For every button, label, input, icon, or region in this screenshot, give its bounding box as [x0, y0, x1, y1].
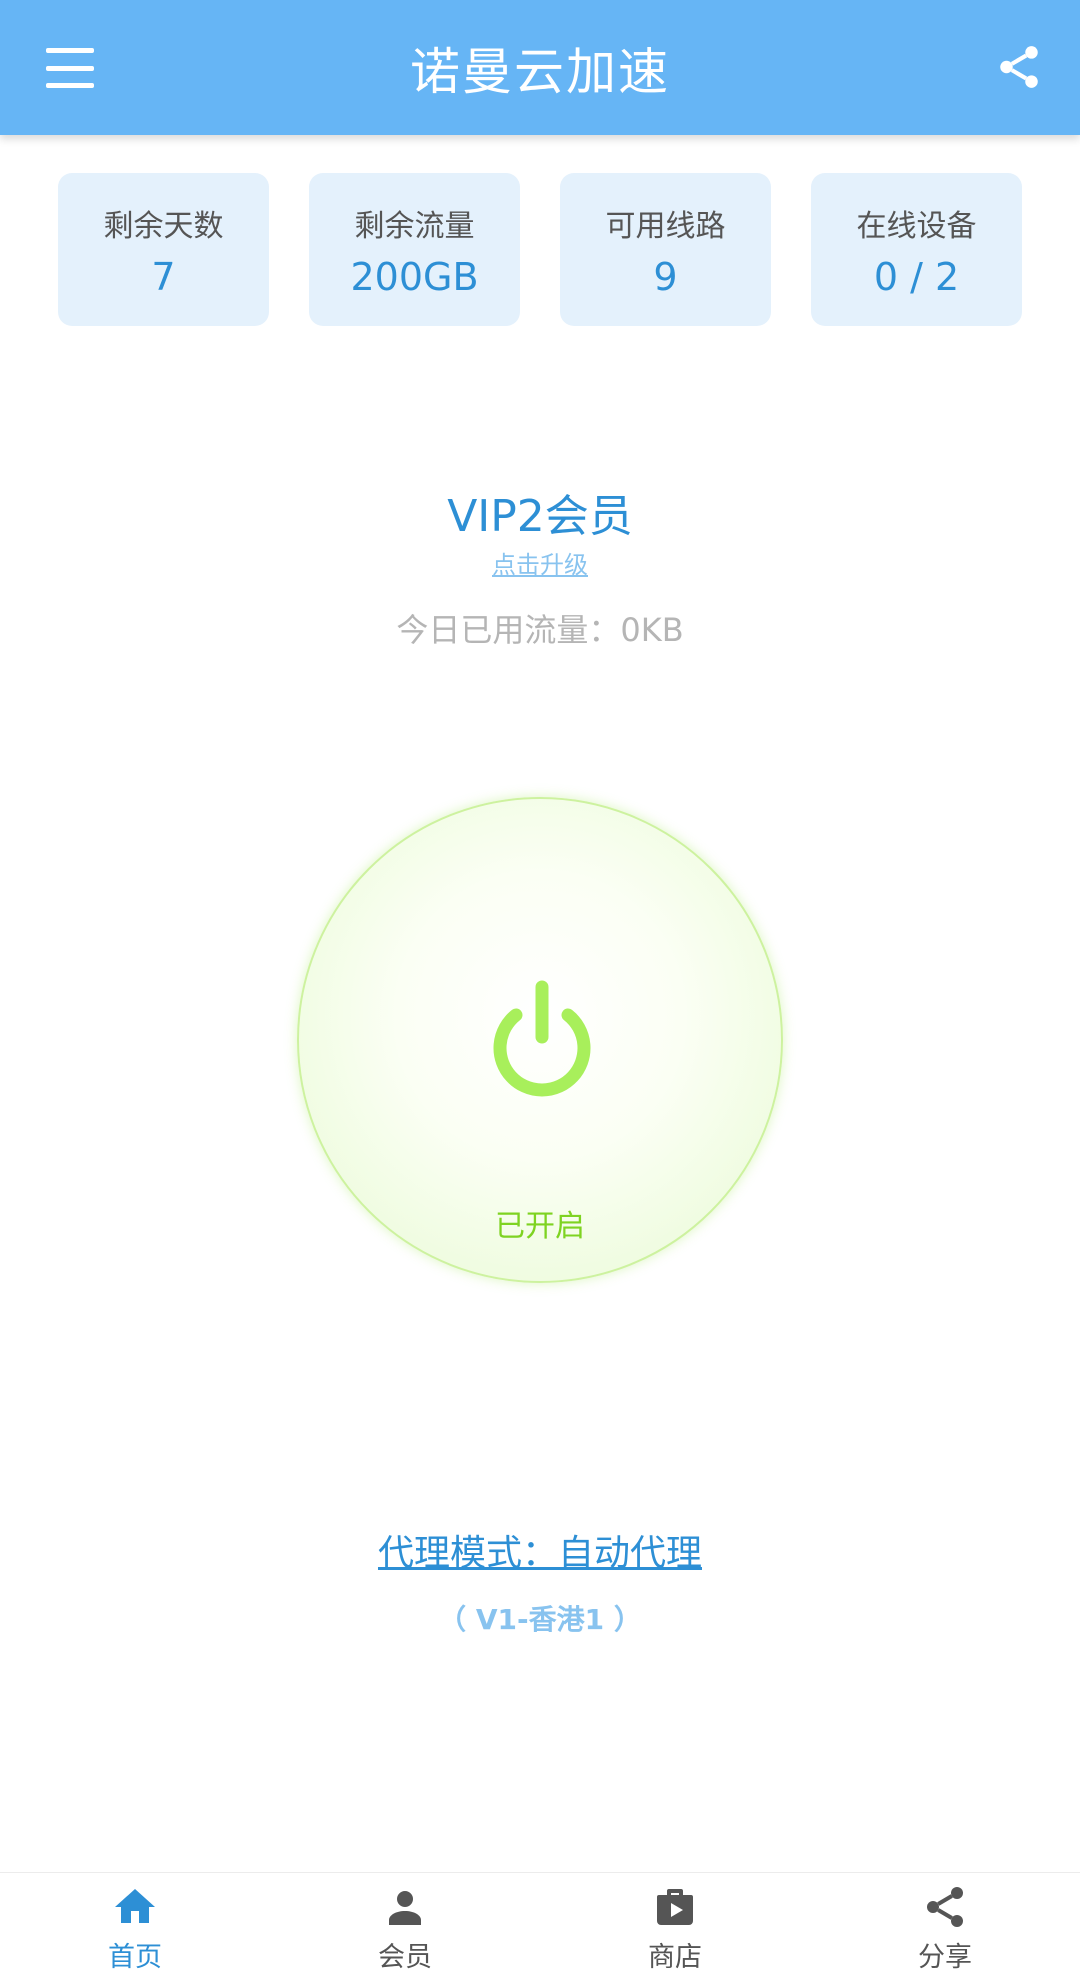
proxy-mode-wrapper: 代理模式：自动代理 — [0, 1524, 1080, 1576]
stat-label: 在线设备 — [856, 208, 977, 244]
nav-label: 分享 — [918, 1942, 972, 1973]
today-usage: 今日已用流量：0KB — [396, 611, 684, 649]
home-icon — [115, 1889, 155, 1923]
stat-value: 9 — [653, 254, 678, 299]
proxy-mode-link[interactable]: 代理模式：自动代理 — [378, 1533, 702, 1574]
nav-item-share[interactable]: 分享 — [810, 1873, 1080, 1976]
stat-label: 剩余天数 — [103, 208, 224, 244]
nav-label: 会员 — [378, 1942, 432, 1973]
app-title: 诺曼云加速 — [410, 42, 670, 101]
nav-item-shop[interactable]: 商店 — [540, 1873, 810, 1976]
stat-value: 200GB — [350, 254, 479, 299]
nav-item-member[interactable]: 会员 — [270, 1873, 540, 1976]
stat-value: 7 — [151, 254, 176, 299]
upgrade-link-wrapper: 点击升级 — [0, 545, 1080, 580]
stat-label: 剩余流量 — [354, 208, 475, 244]
stat-value: 0 / 2 — [873, 254, 960, 299]
nav-item-home[interactable]: 首页 — [0, 1873, 270, 1976]
menu-icon[interactable] — [46, 48, 94, 88]
nav-label: 商店 — [648, 1942, 702, 1973]
share-icon[interactable] — [994, 42, 1044, 92]
power-toggle-button[interactable]: 已开启 — [297, 797, 783, 1283]
app-root: 诺曼云加速 剩余天数 7 剩余流量 200GB 可用线路 9 在线设备 0 / … — [0, 0, 1080, 1976]
stat-card-available-lines: 可用线路 9 — [560, 173, 771, 326]
power-icon — [493, 980, 591, 1097]
stats-row: 剩余天数 7 剩余流量 200GB 可用线路 9 在线设备 0 / 2 — [58, 173, 1022, 326]
share-icon — [927, 1887, 963, 1927]
bottom-nav: 首页 会员 商店 分享 — [0, 1872, 1080, 1976]
stat-card-remaining-traffic: 剩余流量 200GB — [309, 173, 520, 326]
stat-card-online-devices: 在线设备 0 / 2 — [811, 173, 1022, 326]
nav-label: 首页 — [108, 1942, 162, 1973]
shop-icon — [657, 1889, 693, 1925]
top-app-bar: 诺曼云加速 — [0, 0, 1080, 135]
upgrade-link[interactable]: 点击升级 — [492, 551, 588, 579]
stat-label: 可用线路 — [605, 208, 726, 244]
person-icon — [389, 1891, 421, 1925]
selected-line[interactable]: （ V1-香港1 ） — [0, 1598, 1080, 1638]
membership-level: VIP2会员 — [447, 491, 633, 542]
connection-status: 已开启 — [495, 1209, 585, 1244]
stat-card-remaining-days: 剩余天数 7 — [58, 173, 269, 326]
